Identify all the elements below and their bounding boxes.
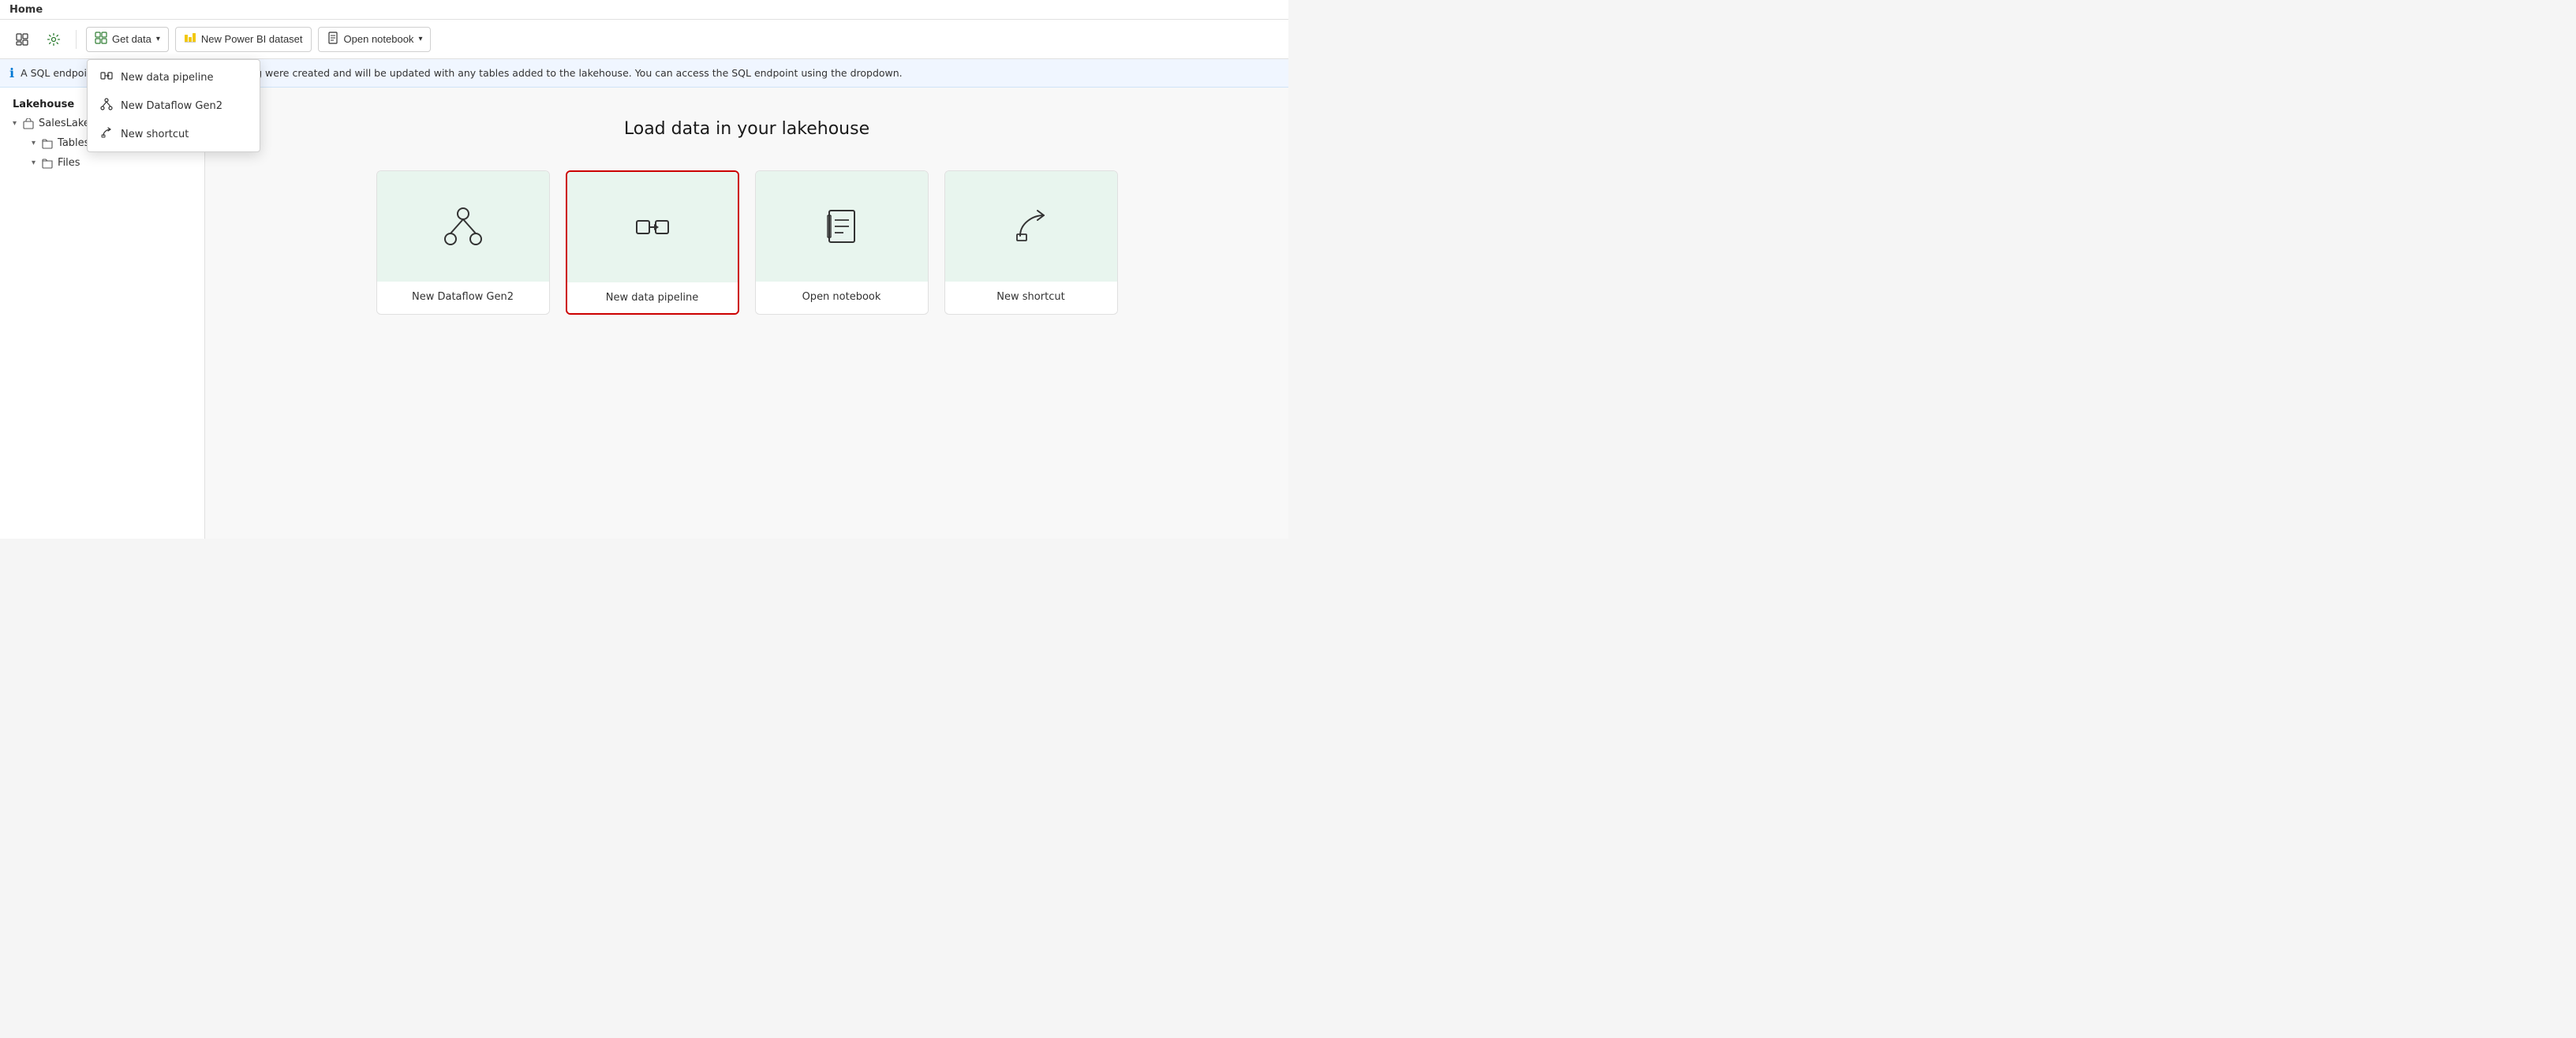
- card-label-notebook: Open notebook: [756, 282, 928, 312]
- card-top-shortcut: [945, 171, 1117, 282]
- get-data-chevron: ▾: [156, 35, 160, 43]
- dataflow-card-icon: [443, 206, 484, 247]
- folder-icon: [42, 138, 53, 149]
- lakehouse-icon: [23, 118, 34, 129]
- open-notebook-chevron: ▾: [418, 35, 422, 43]
- new-item-button[interactable]: [9, 27, 35, 52]
- get-data-button[interactable]: Get data ▾: [86, 27, 169, 52]
- card-new-data-pipeline[interactable]: New data pipeline: [566, 170, 739, 315]
- notebook-card-icon: [821, 206, 862, 247]
- content-heading: Load data in your lakehouse: [624, 119, 869, 139]
- card-label-dataflow: New Dataflow Gen2: [377, 282, 549, 312]
- open-notebook-button[interactable]: Open notebook ▾: [318, 27, 432, 52]
- dropdown-item-shortcut-label: New shortcut: [121, 129, 189, 140]
- files-folder-icon: [42, 158, 53, 169]
- card-top-dataflow: [377, 171, 549, 282]
- dropdown-item-new-dataflow[interactable]: New Dataflow Gen2: [88, 91, 260, 120]
- shortcut-menu-icon: [100, 126, 113, 142]
- card-top-pipeline: [567, 172, 738, 282]
- dropdown-item-dataflow-label: New Dataflow Gen2: [121, 100, 222, 112]
- get-data-dropdown: New data pipeline New Dataflow Gen2: [87, 59, 260, 152]
- dropdown-item-new-data-pipeline[interactable]: New data pipeline: [88, 63, 260, 91]
- card-open-notebook[interactable]: Open notebook: [755, 170, 929, 315]
- dataflow-menu-icon: [100, 98, 113, 114]
- settings-button[interactable]: [41, 27, 66, 52]
- power-bi-icon: [184, 32, 196, 47]
- chevron-down-icon: ▾: [13, 119, 17, 128]
- dropdown-item-new-shortcut[interactable]: New shortcut: [88, 120, 260, 148]
- sidebar-item-files[interactable]: ▾ Files: [0, 153, 204, 173]
- pipeline-card-icon: [632, 207, 673, 248]
- chevron-right-icon: ▾: [32, 139, 36, 147]
- new-power-bi-button[interactable]: New Power BI dataset: [175, 27, 312, 52]
- info-icon: ℹ: [9, 65, 14, 80]
- sidebar: Lakehouse ▾ SalesLakehouse ▾ Tables ▾: [0, 88, 205, 539]
- page-title: Home: [9, 4, 43, 16]
- card-top-notebook: [756, 171, 928, 282]
- cards-row: New Dataflow Gen2 New data pipeline: [376, 170, 1118, 315]
- pipeline-menu-icon: [100, 69, 113, 85]
- card-new-shortcut[interactable]: New shortcut: [944, 170, 1118, 315]
- get-data-icon: [95, 32, 107, 47]
- toolbar-divider-1: [76, 30, 77, 49]
- card-new-dataflow-gen2[interactable]: New Dataflow Gen2: [376, 170, 550, 315]
- card-label-pipeline: New data pipeline: [567, 282, 738, 313]
- shortcut-card-icon: [1011, 206, 1052, 247]
- open-notebook-label: Open notebook: [344, 33, 414, 45]
- main-layout: Lakehouse ▾ SalesLakehouse ▾ Tables ▾: [0, 88, 1288, 539]
- content-area: Load data in your lakehouse New Dataflow…: [205, 88, 1288, 539]
- dropdown-item-pipeline-label: New data pipeline: [121, 72, 213, 84]
- new-power-bi-label: New Power BI dataset: [201, 33, 303, 45]
- get-data-label: Get data: [112, 33, 151, 45]
- notebook-icon: [327, 32, 339, 47]
- files-label: Files: [58, 157, 80, 169]
- tables-label: Tables: [58, 137, 89, 149]
- card-label-shortcut: New shortcut: [945, 282, 1117, 312]
- toolbar: Get data ▾ New Power BI dataset Open not…: [0, 20, 1288, 59]
- chevron-right-files-icon: ▾: [32, 159, 36, 167]
